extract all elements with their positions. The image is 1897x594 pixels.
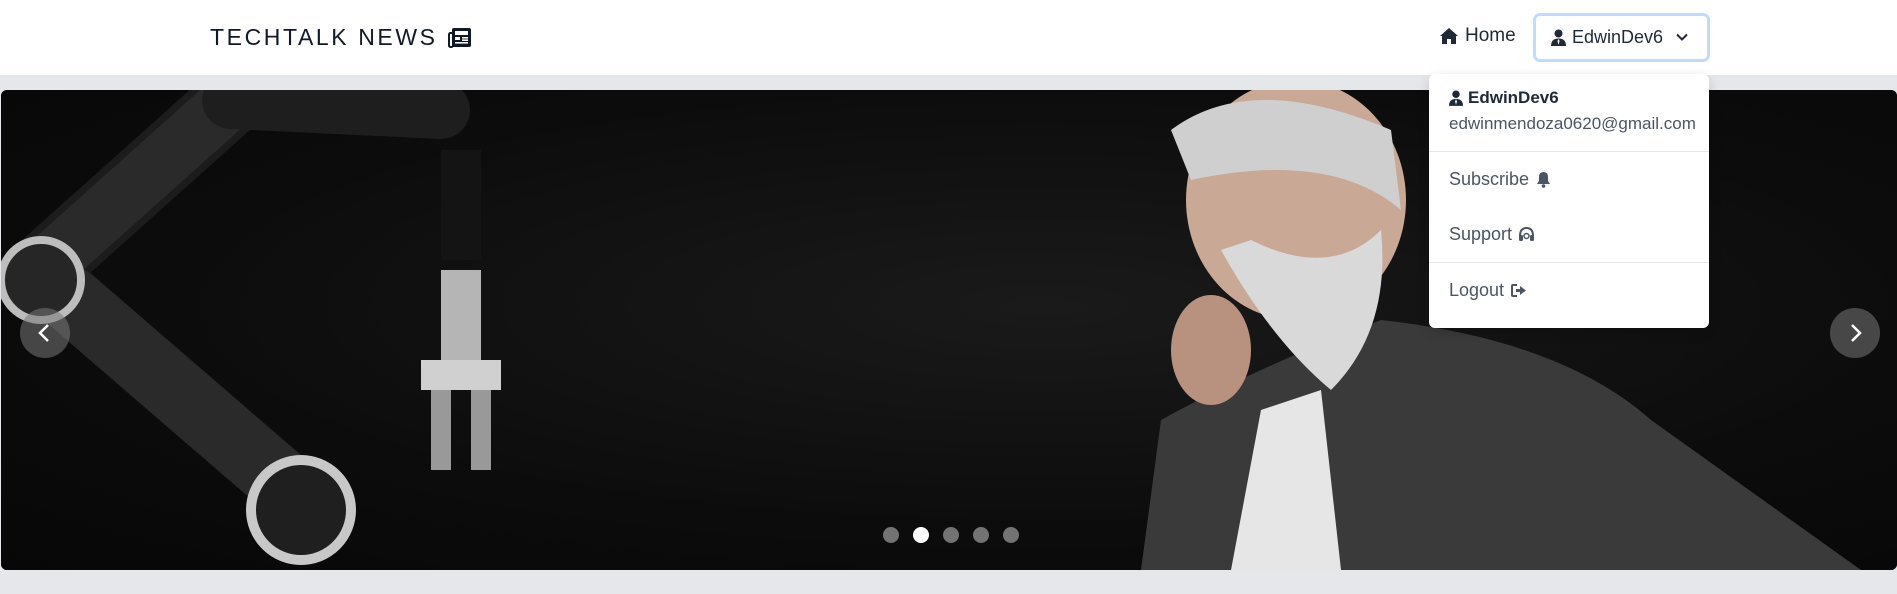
dropdown-username: EdwinDev6 [1449,88,1689,108]
chevron-right-icon [1851,324,1862,342]
carousel-indicator-1[interactable] [883,527,899,543]
menu-item-logout[interactable]: Logout [1429,263,1709,318]
menu-item-label: Subscribe [1449,169,1530,189]
dropdown-username-text: EdwinDev6 [1468,88,1559,107]
user-dropdown-menu: EdwinDev6 edwinmendoza0620@gmail.com Sub… [1429,74,1709,328]
logout-icon [1511,284,1527,297]
carousel-next-button[interactable] [1830,308,1880,358]
bell-icon [1537,172,1551,188]
chevron-left-icon [38,324,49,342]
user-icon [1449,90,1463,106]
user-menu-button[interactable]: EdwinDev6 [1533,13,1710,62]
user-icon [1551,29,1566,46]
dropdown-email: edwinmendoza0620@gmail.com [1449,114,1696,133]
menu-item-support[interactable]: Support [1429,207,1709,262]
navbar: TECHTALK NEWS Home EdwinDev6 [0,0,1897,75]
menu-item-label: Logout [1449,280,1505,300]
home-icon [1440,28,1458,44]
home-link[interactable]: Home [1439,25,1516,47]
carousel-indicator-5[interactable] [1003,527,1019,543]
newspaper-icon [447,27,471,48]
carousel-indicators [883,527,1019,543]
headset-icon [1519,226,1535,241]
brand-logo[interactable]: TECHTALK NEWS [210,24,472,51]
carousel-indicator-3[interactable] [943,527,959,543]
dropdown-user-info: EdwinDev6 edwinmendoza0620@gmail.com [1429,74,1709,152]
user-button-label: EdwinDev6 [1572,27,1664,47]
carousel-prev-button[interactable] [20,308,70,358]
menu-item-label: Support [1449,224,1513,244]
brand-title: TECHTALK NEWS [210,24,438,50]
carousel-indicator-2[interactable] [913,527,929,543]
robot-arm-illustration [1,90,501,565]
menu-item-subscribe[interactable]: Subscribe [1429,152,1709,207]
home-label: Home [1465,25,1516,46]
chevron-down-icon [1676,33,1688,41]
carousel-indicator-4[interactable] [973,527,989,543]
